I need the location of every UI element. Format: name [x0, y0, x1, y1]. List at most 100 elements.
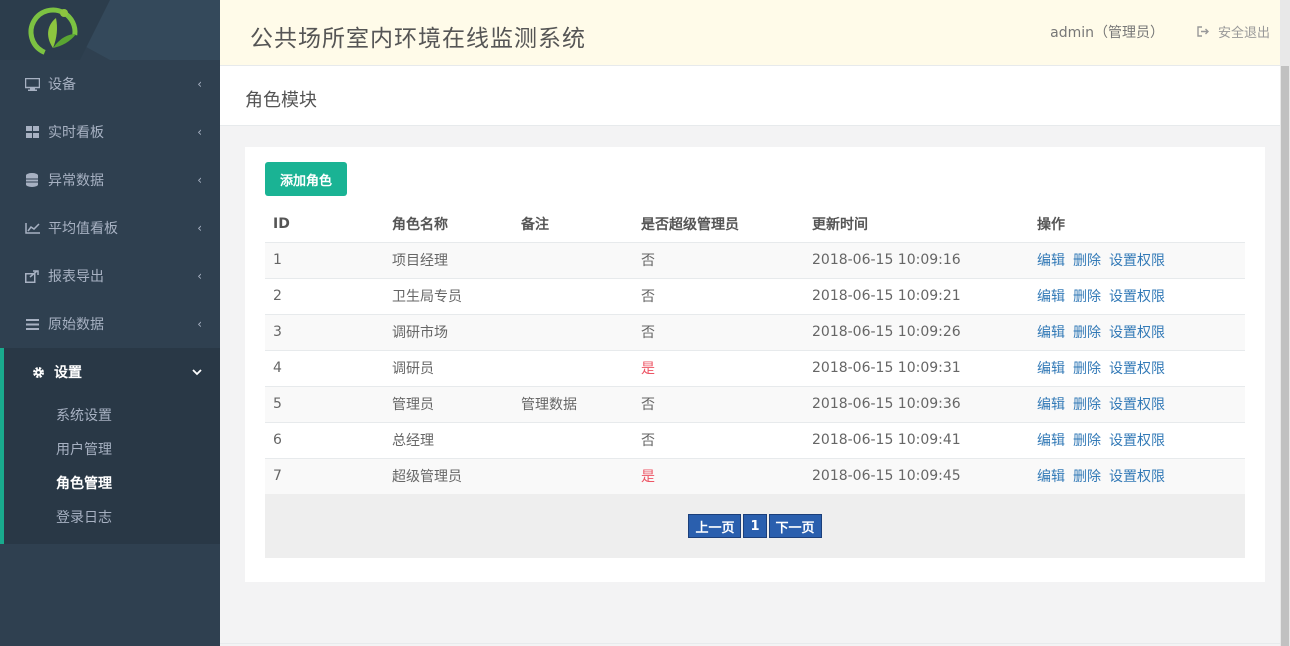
delete-link[interactable]: 删除 [1073, 289, 1101, 305]
chevron-left-icon: ‹ [197, 221, 202, 235]
cell-is-super-admin: 否 [633, 421, 804, 458]
cell-is-super-admin: 否 [633, 313, 804, 350]
sidebar-item-report-export[interactable]: 报表导出 ‹ [0, 252, 220, 300]
set-permissions-link[interactable]: 设置权限 [1109, 397, 1165, 413]
table-row: 7 超级管理员 是 2018-06-15 10:09:45 编辑 删除 设置权限 [265, 457, 1245, 494]
cell-is-super-admin: 是 [633, 457, 804, 494]
cell-updated-time: 2018-06-15 10:09:26 [804, 313, 1029, 350]
table-row: 6 总经理 否 2018-06-15 10:09:41 编辑 删除 设置权限 [265, 421, 1245, 458]
sidebar-subitem-login-log[interactable]: 登录日志 [4, 500, 220, 534]
sidebar-item-settings[interactable]: 设置 [0, 348, 220, 396]
edit-link[interactable]: 编辑 [1037, 469, 1065, 485]
cell-note [513, 349, 633, 386]
sidebar-subitem-system-settings[interactable]: 系统设置 [4, 398, 220, 432]
app-title: 公共场所室内环境在线监测系统 [250, 26, 586, 52]
cell-note [513, 421, 633, 458]
column-header-actions: 操作 [1029, 206, 1245, 243]
cell-id: 4 [265, 349, 384, 386]
line-chart-icon [24, 220, 40, 236]
column-header-role-name: 角色名称 [384, 206, 513, 243]
cell-note [513, 241, 633, 278]
top-header: 公共场所室内环境在线监测系统 admin（管理员） 安全退出 [220, 0, 1280, 66]
cell-role-name: 项目经理 [384, 241, 513, 278]
cell-updated-time: 2018-06-15 10:09:41 [804, 421, 1029, 458]
edit-link[interactable]: 编辑 [1037, 253, 1065, 269]
sidebar-item-label: 原始数据 [48, 317, 104, 333]
add-role-button[interactable]: 添加角色 [265, 162, 347, 196]
gear-icon [30, 364, 46, 380]
export-icon [24, 268, 40, 284]
edit-link[interactable]: 编辑 [1037, 397, 1065, 413]
leaf-logo-icon[interactable] [26, 4, 80, 58]
cell-updated-time: 2018-06-15 10:09:45 [804, 457, 1029, 494]
chevron-left-icon: ‹ [197, 173, 202, 187]
cell-note [513, 313, 633, 350]
set-permissions-link[interactable]: 设置权限 [1109, 325, 1165, 341]
sidebar: 设备 ‹ 实时看板 ‹ 异常数据 ‹ 平均值看板 ‹ 报表导出 ‹ 原始数据 ‹ [0, 0, 220, 646]
delete-link[interactable]: 删除 [1073, 433, 1101, 449]
sidebar-item-devices[interactable]: 设备 ‹ [0, 60, 220, 108]
sidebar-item-label: 平均值看板 [48, 221, 118, 237]
cell-is-super-admin: 否 [633, 385, 804, 422]
cell-is-super-admin: 否 [633, 277, 804, 314]
footer-divider [220, 643, 1280, 644]
delete-link[interactable]: 删除 [1073, 469, 1101, 485]
cell-actions: 编辑 删除 设置权限 [1029, 349, 1245, 386]
page-scrollbar[interactable] [1280, 0, 1290, 646]
table-row: 2 卫生局专员 否 2018-06-15 10:09:21 编辑 删除 设置权限 [265, 277, 1245, 314]
sidebar-item-realtime[interactable]: 实时看板 ‹ [0, 108, 220, 156]
sidebar-item-label: 实时看板 [48, 125, 104, 141]
chevron-down-icon [192, 365, 202, 379]
cell-note [513, 277, 633, 314]
set-permissions-link[interactable]: 设置权限 [1109, 289, 1165, 305]
prev-page-button[interactable]: 上一页 [688, 514, 742, 538]
page-number-button[interactable]: 1 [743, 514, 767, 538]
chevron-left-icon: ‹ [197, 317, 202, 331]
cell-id: 3 [265, 313, 384, 350]
monitor-icon [24, 76, 40, 92]
set-permissions-link[interactable]: 设置权限 [1109, 253, 1165, 269]
delete-link[interactable]: 删除 [1073, 397, 1101, 413]
edit-link[interactable]: 编辑 [1037, 361, 1065, 377]
chevron-left-icon: ‹ [197, 269, 202, 283]
logout-label: 安全退出 [1217, 26, 1270, 41]
logout-icon [1197, 26, 1209, 37]
sidebar-item-label: 设置 [54, 365, 82, 381]
cell-is-super-admin: 是 [633, 349, 804, 386]
cell-actions: 编辑 删除 设置权限 [1029, 457, 1245, 494]
settings-submenu: 系统设置 用户管理 角色管理 登录日志 [0, 396, 220, 544]
edit-link[interactable]: 编辑 [1037, 325, 1065, 341]
cell-id: 2 [265, 277, 384, 314]
cell-role-name: 总经理 [384, 421, 513, 458]
column-header-is-super-admin: 是否超级管理员 [633, 206, 804, 243]
sidebar-item-raw-data[interactable]: 原始数据 ‹ [0, 300, 220, 348]
edit-link[interactable]: 编辑 [1037, 289, 1065, 305]
content-card: 添加角色 ID 角色名称 备注 是否超级管理员 更新时间 操作 1 项目经理 否… [245, 147, 1265, 582]
next-page-button[interactable]: 下一页 [768, 514, 822, 538]
delete-link[interactable]: 删除 [1073, 325, 1101, 341]
set-permissions-link[interactable]: 设置权限 [1109, 433, 1165, 449]
set-permissions-link[interactable]: 设置权限 [1109, 361, 1165, 377]
cell-role-name: 管理员 [384, 385, 513, 422]
cell-role-name: 卫生局专员 [384, 277, 513, 314]
set-permissions-link[interactable]: 设置权限 [1109, 469, 1165, 485]
cell-updated-time: 2018-06-15 10:09:36 [804, 385, 1029, 422]
edit-link[interactable]: 编辑 [1037, 433, 1065, 449]
scrollbar-thumb[interactable] [1281, 66, 1289, 646]
cell-role-name: 调研市场 [384, 313, 513, 350]
sidebar-item-average[interactable]: 平均值看板 ‹ [0, 204, 220, 252]
current-user[interactable]: admin（管理员） [1050, 22, 1164, 42]
sidebar-subitem-user-management[interactable]: 用户管理 [4, 432, 220, 466]
sidebar-logo-area [0, 0, 220, 60]
cell-updated-time: 2018-06-15 10:09:21 [804, 277, 1029, 314]
delete-link[interactable]: 删除 [1073, 361, 1101, 377]
sidebar-item-label: 异常数据 [48, 173, 104, 189]
sidebar-item-anomaly[interactable]: 异常数据 ‹ [0, 156, 220, 204]
logout-button[interactable]: 安全退出 [1197, 22, 1270, 41]
cell-is-super-admin: 否 [633, 241, 804, 278]
cell-id: 5 [265, 385, 384, 422]
delete-link[interactable]: 删除 [1073, 253, 1101, 269]
sidebar-subitem-role-management[interactable]: 角色管理 [4, 466, 220, 500]
pagination-bar: 上一页 1 下一页 [265, 494, 1245, 558]
cell-role-name: 调研员 [384, 349, 513, 386]
